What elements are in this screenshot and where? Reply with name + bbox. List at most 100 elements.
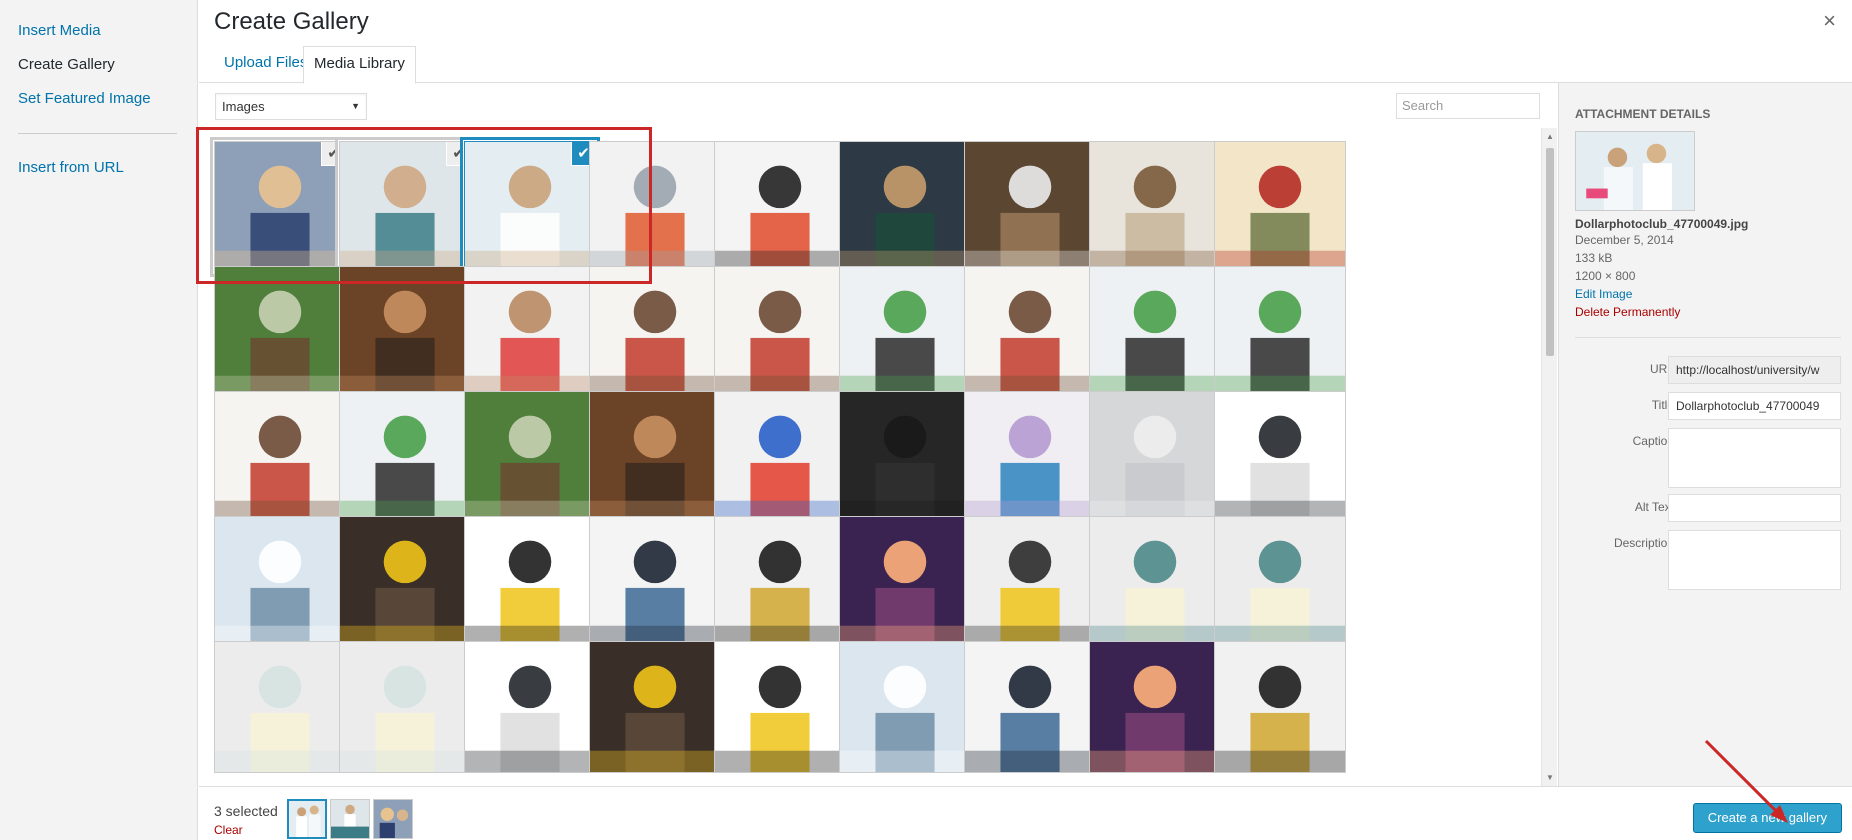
- attachment-scientists-lab[interactable]: ✔: [464, 141, 596, 273]
- attachment-flat-mountains-light[interactable]: [339, 641, 471, 773]
- attachment-students-computer[interactable]: [839, 266, 971, 398]
- selection-thumb-scientists-lab[interactable]: [287, 799, 327, 839]
- url-field[interactable]: http://localhost/university/w: [1668, 356, 1841, 384]
- attachment-students-studying[interactable]: [214, 391, 346, 523]
- attachment-girl-laptop-grass[interactable]: [464, 391, 596, 523]
- attachment-cosmic-glow[interactable]: [839, 516, 971, 648]
- edit-image-link[interactable]: Edit Image: [1575, 285, 1852, 303]
- truemag-laptop-image: [965, 642, 1095, 772]
- selection-count: 3 selected: [214, 803, 278, 819]
- caption-field[interactable]: [1668, 428, 1841, 488]
- attachment-details-panel: Attachment Details Dollarphotoclub_47700…: [1558, 83, 1852, 786]
- attachment-truemag-mobile[interactable]: [589, 641, 721, 773]
- scrollbar-handle[interactable]: [1546, 148, 1554, 356]
- attachment-flat-mountains[interactable]: [1214, 516, 1346, 648]
- selection-thumb-woman-blonde-group[interactable]: [373, 799, 413, 839]
- flat-mountains-light-image: [215, 642, 345, 772]
- attachment-office-desk[interactable]: [589, 141, 721, 273]
- cosmic-glow-image: [840, 517, 970, 647]
- attachment-woman-blonde-group[interactable]: ✔: [214, 141, 346, 273]
- attachment-doctor-students[interactable]: ✔: [339, 141, 471, 273]
- students-computer-image: [840, 267, 970, 397]
- attachment-student-backpack[interactable]: [339, 266, 471, 398]
- attachment-woman-afro-phone[interactable]: [714, 391, 846, 523]
- attachment-truemag-page[interactable]: [714, 641, 846, 773]
- admin-screenshot-image: [1215, 392, 1345, 522]
- description-field-row: Description: [1575, 530, 1852, 596]
- menu-item-create-gallery[interactable]: Create Gallery: [0, 48, 197, 82]
- attachment-cosmic-glow[interactable]: [1089, 641, 1221, 773]
- attachment-wood-letters[interactable]: [1089, 141, 1221, 273]
- attachment-truemag-tablet[interactable]: [1214, 641, 1346, 773]
- media-type-filter[interactable]: Images ▼: [215, 93, 367, 120]
- attachment-students-studying[interactable]: [714, 266, 846, 398]
- attachment-flat-mountains[interactable]: [1089, 516, 1221, 648]
- attachment-students-computer[interactable]: [1214, 266, 1346, 398]
- attachment-truemag-laptop[interactable]: [589, 516, 721, 648]
- scroll-down-icon[interactable]: ▼: [1546, 773, 1554, 782]
- attachment-students-studying[interactable]: [589, 266, 721, 398]
- attachment-snowy-mountain[interactable]: [214, 516, 346, 648]
- description-field[interactable]: [1668, 530, 1841, 590]
- attachment-gray-gradient[interactable]: [1089, 391, 1221, 523]
- attachment-students-computer[interactable]: [1089, 266, 1221, 398]
- woman-afro-phone-image: [715, 392, 845, 522]
- create-new-gallery-button[interactable]: Create a new gallery: [1692, 803, 1842, 833]
- filter-selected-value: Images: [222, 99, 265, 114]
- admin-screenshot-image: [465, 642, 595, 772]
- search-input[interactable]: Search: [1396, 93, 1540, 119]
- tab-media-library[interactable]: Media Library: [303, 46, 416, 84]
- attachment-students-computer[interactable]: [339, 391, 471, 523]
- menu-item-set-featured-image[interactable]: Set Featured Image: [0, 82, 197, 116]
- scroll-up-icon[interactable]: ▲: [1546, 132, 1554, 141]
- attachment-truemag-tablet[interactable]: [714, 516, 846, 648]
- flat-mountains-light-image: [340, 642, 470, 772]
- dropdown-arrow-icon: ▼: [351, 101, 360, 111]
- details-filename: Dollarphotoclub_47700049.jpg: [1575, 217, 1749, 231]
- girl-laptop-grass-image: [215, 267, 345, 397]
- truemag-tablet-2-image: [965, 517, 1095, 647]
- attachment-admin-screenshot[interactable]: [1214, 391, 1346, 523]
- attachment-students-studying[interactable]: [964, 266, 1096, 398]
- imac-desk-image: [715, 142, 845, 272]
- truemag-page-image: [715, 642, 845, 772]
- attachment-truemag-page[interactable]: [464, 516, 596, 648]
- attachment-book-cover-history[interactable]: [1214, 141, 1346, 273]
- tab-upload-files[interactable]: Upload Files: [214, 46, 317, 83]
- attachment-truemag-mobile[interactable]: [339, 516, 471, 648]
- snowy-mountain-image: [215, 517, 345, 647]
- attachment-girl-laptop-grass[interactable]: [214, 266, 346, 398]
- media-toolbar-bottom: 3 selected Clear Create a new gallery: [199, 786, 1852, 840]
- attachment-truemag-laptop[interactable]: [964, 641, 1096, 773]
- truemag-mobile-image: [340, 517, 470, 647]
- attachment-student-backpack[interactable]: [589, 391, 721, 523]
- close-icon[interactable]: ×: [1823, 8, 1836, 34]
- menu-item-insert-media[interactable]: Insert Media: [0, 14, 197, 48]
- dark-texture-image: [840, 392, 970, 522]
- truemag-page-image: [465, 517, 595, 647]
- selection-thumb-doctor-students[interactable]: [330, 799, 370, 839]
- alt-text-field[interactable]: [1668, 494, 1841, 522]
- details-date: December 5, 2014: [1575, 233, 1674, 247]
- attachment-admin-screenshot[interactable]: [464, 641, 596, 773]
- grid-scrollbar[interactable]: ▲ ▼: [1541, 128, 1557, 786]
- attachment-book-table[interactable]: [964, 141, 1096, 273]
- attachment-dark-texture[interactable]: [839, 391, 971, 523]
- details-thumbnail: [1575, 131, 1695, 211]
- woman-smiling-image: [465, 267, 595, 397]
- menu-item-insert-from-url[interactable]: Insert from URL: [0, 151, 197, 185]
- attachment-snowy-mountain[interactable]: [839, 641, 971, 773]
- attachment-imac-desk[interactable]: [714, 141, 846, 273]
- clear-selection-link[interactable]: Clear: [214, 823, 243, 837]
- attachment-clothes-rack[interactable]: [839, 141, 971, 273]
- caption-field-row: Caption: [1575, 428, 1852, 494]
- student-backpack-image: [340, 267, 470, 397]
- attachment-truemag-tablet-2[interactable]: [964, 516, 1096, 648]
- attachment-flat-mountains-light[interactable]: [214, 641, 346, 773]
- truemag-laptop-image: [590, 517, 720, 647]
- title-field[interactable]: Dollarphotoclub_47700049: [1668, 392, 1841, 420]
- delete-permanently-link[interactable]: Delete Permanently: [1575, 303, 1852, 321]
- attachment-woman-smiling[interactable]: [464, 266, 596, 398]
- attachment-girl-books[interactable]: [964, 391, 1096, 523]
- menu-separator: [18, 133, 177, 134]
